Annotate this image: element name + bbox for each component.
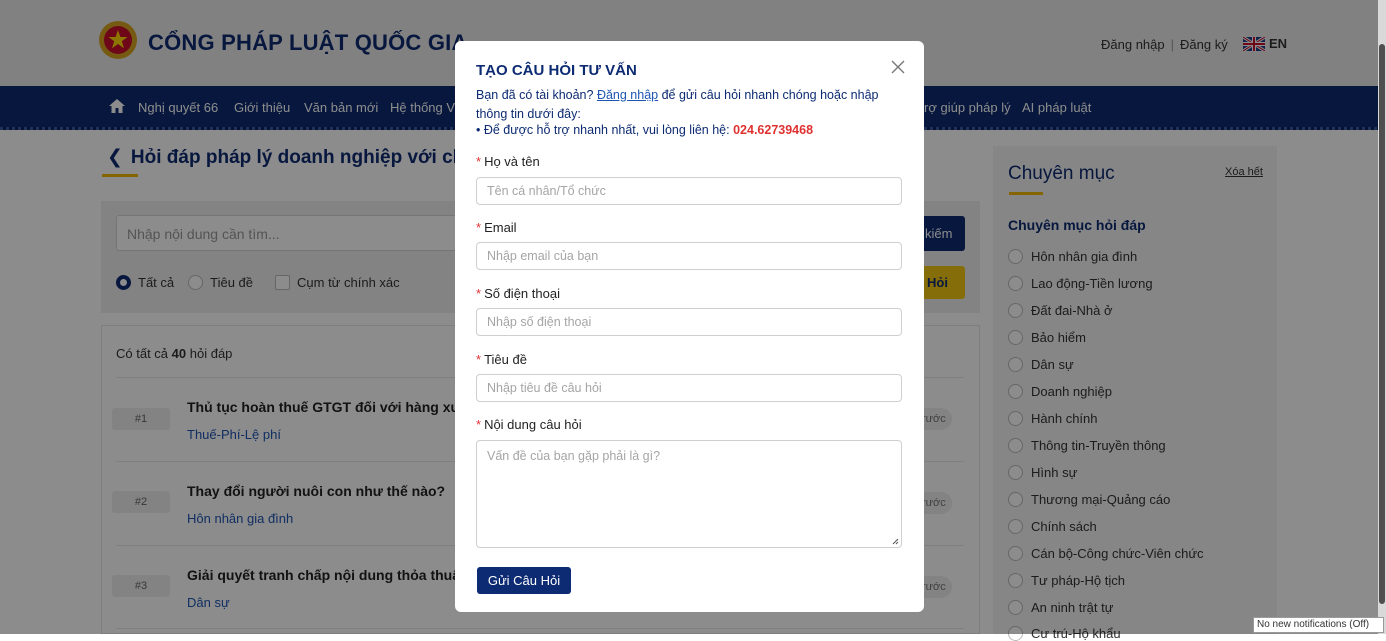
content-label: * Nội dung câu hỏi: [476, 417, 582, 432]
required-mark: *: [476, 352, 482, 367]
modal-intro: Bạn đã có tài khoản? Đăng nhập để gửi câ…: [476, 86, 896, 123]
label-text: Số điện thoại: [484, 286, 560, 301]
name-field[interactable]: Tên cá nhân/Tổ chức: [476, 177, 902, 205]
login-link[interactable]: Đăng nhập: [597, 88, 658, 102]
label-text: Nội dung câu hỏi: [484, 417, 582, 432]
intro-text: Bạn đã có tài khoản?: [476, 88, 594, 102]
ask-question-modal: TẠO CÂU HỎI TƯ VẤN Bạn đã có tài khoản? …: [455, 41, 924, 612]
label-text: Email: [484, 220, 517, 235]
hotline-text: • Để được hỗ trợ nhanh nhất, vui lòng li…: [476, 123, 730, 137]
page-scrollbar[interactable]: [1378, 0, 1386, 634]
required-mark: *: [476, 154, 482, 169]
required-mark: *: [476, 220, 482, 235]
required-mark: *: [476, 286, 482, 301]
phone-field[interactable]: Nhập số điện thoại: [476, 308, 902, 336]
hotline-number[interactable]: 024.62739468: [733, 123, 813, 137]
subject-field[interactable]: Nhập tiêu đề câu hỏi: [476, 374, 902, 402]
email-field[interactable]: Nhập email của bạn: [476, 242, 902, 270]
scrollbar-thumb[interactable]: [1379, 44, 1385, 604]
email-label: * Email: [476, 220, 517, 235]
notification-status: No new notifications (Off): [1253, 617, 1384, 633]
phone-label: * Số điện thoại: [476, 286, 560, 301]
resize-handle-icon[interactable]: [892, 538, 899, 545]
subject-label: * Tiêu đề: [476, 352, 527, 367]
label-text: Họ và tên: [484, 154, 540, 169]
label-text: Tiêu đề: [484, 352, 527, 367]
close-icon[interactable]: [889, 58, 907, 76]
hotline: • Để được hỗ trợ nhanh nhất, vui lòng li…: [476, 123, 813, 137]
submit-question-button[interactable]: Gửi Câu Hỏi: [477, 567, 571, 594]
modal-title: TẠO CÂU HỎI TƯ VẤN: [476, 62, 637, 79]
textarea-placeholder: Vấn đề của bạn gặp phải là gì?: [487, 449, 661, 463]
content-textarea[interactable]: Vấn đề của bạn gặp phải là gì?: [476, 440, 902, 548]
required-mark: *: [476, 417, 482, 432]
name-label: * Họ và tên: [476, 154, 540, 169]
